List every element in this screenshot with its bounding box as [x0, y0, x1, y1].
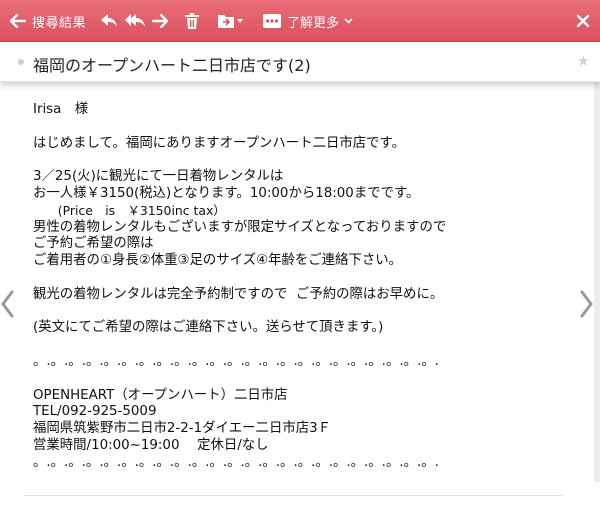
message-line: [33, 152, 573, 169]
chevron-right-icon: [580, 290, 594, 322]
message-line: [33, 337, 573, 354]
message-line: (Price is ￥3150inc tax）: [33, 202, 226, 218]
chevron-left-icon: [0, 290, 14, 322]
mail-toolbar: 搜尋結果 了解更多: [0, 0, 600, 42]
subject-bar: 福岡のオープンハート二日市店です(2) ★: [0, 42, 600, 82]
message-body: Irisa 様はじめまして。福岡にありますオープンハート二日市店です。 3／25(…: [33, 102, 573, 472]
close-icon: [576, 14, 590, 28]
message-line: ご予約ご希望の際は: [33, 236, 154, 252]
reply-all-icon: [124, 13, 146, 29]
message-line: 。.。.。.。.。.。.。.。.。.。.。.。.。.。.。.。.。.。.。.。.…: [33, 454, 439, 470]
forward-button[interactable]: [152, 0, 168, 42]
message-line: 。.。.。.。.。.。.。.。.。.。.。.。.。.。.。.。.。.。.。.。.…: [33, 353, 439, 369]
back-to-results-button[interactable]: 搜尋結果: [10, 0, 86, 42]
reply-all-button[interactable]: [124, 0, 146, 42]
message-line: [33, 119, 573, 136]
message-body-pane: Irisa 様はじめまして。福岡にありますオープンハート二日市店です。 3／25(…: [0, 82, 600, 508]
star-icon[interactable]: ★: [577, 52, 590, 70]
message-line: 男性の着物レンタルもございますが限定サイズとなっておりますので: [33, 219, 447, 235]
back-to-results-label: 搜尋結果: [32, 15, 87, 31]
message-line: TEL/092-925-5009: [33, 404, 157, 420]
message-line: 3／25(火)に観光にて一日着物レンタルは: [33, 169, 284, 185]
message-line: [33, 270, 573, 287]
next-message-button[interactable]: [580, 290, 598, 320]
scrollbar[interactable]: [594, 82, 600, 482]
message-line: 営業時間/10:00~19:00 定休日/なし: [33, 437, 269, 453]
message-line: [33, 304, 573, 321]
forward-icon: [152, 14, 168, 28]
close-button[interactable]: [576, 0, 590, 42]
learn-more-button[interactable]: 了解更多: [263, 0, 353, 42]
chevron-down-icon: [344, 18, 353, 24]
message-line: 観光の着物レンタルは完全予約制ですので ご予約の際はお早めに。: [33, 286, 444, 302]
arrow-left-icon: [10, 14, 26, 28]
message-line: お一人様￥3150(税込)となります。10:00から18:00までです。: [33, 185, 420, 201]
divider: [24, 495, 564, 496]
learn-more-label: 了解更多: [287, 15, 340, 31]
message-line: OPENHEART（オープンハート）二日市店: [33, 387, 288, 403]
message-line: (英文にてご希望の際はご連絡下さい。送らせて頂きます。): [33, 320, 384, 336]
trash-icon: [185, 13, 199, 29]
message-line: [33, 371, 573, 388]
move-to-folder-button[interactable]: [217, 0, 243, 42]
previous-message-button[interactable]: [0, 290, 18, 320]
message-subject: 福岡のオープンハート二日市店です(2): [33, 56, 311, 75]
unread-dot-icon: [18, 59, 24, 65]
reply-button[interactable]: [100, 0, 118, 42]
more-dots-icon: [263, 14, 281, 28]
delete-button[interactable]: [185, 0, 199, 42]
message-line: はじめまして。福岡にありますオープンハート二日市店です。: [33, 135, 405, 151]
message-line: ご着用者の①身長②体重③足のサイズ④年齢をご連絡下さい。: [33, 253, 402, 269]
message-line: 福岡県筑紫野市二日市2-2-1ダイエー二日市店3Ｆ: [33, 421, 332, 437]
reply-icon: [100, 13, 118, 29]
folder-move-icon: [217, 13, 243, 29]
message-line: Irisa 様: [33, 102, 89, 117]
